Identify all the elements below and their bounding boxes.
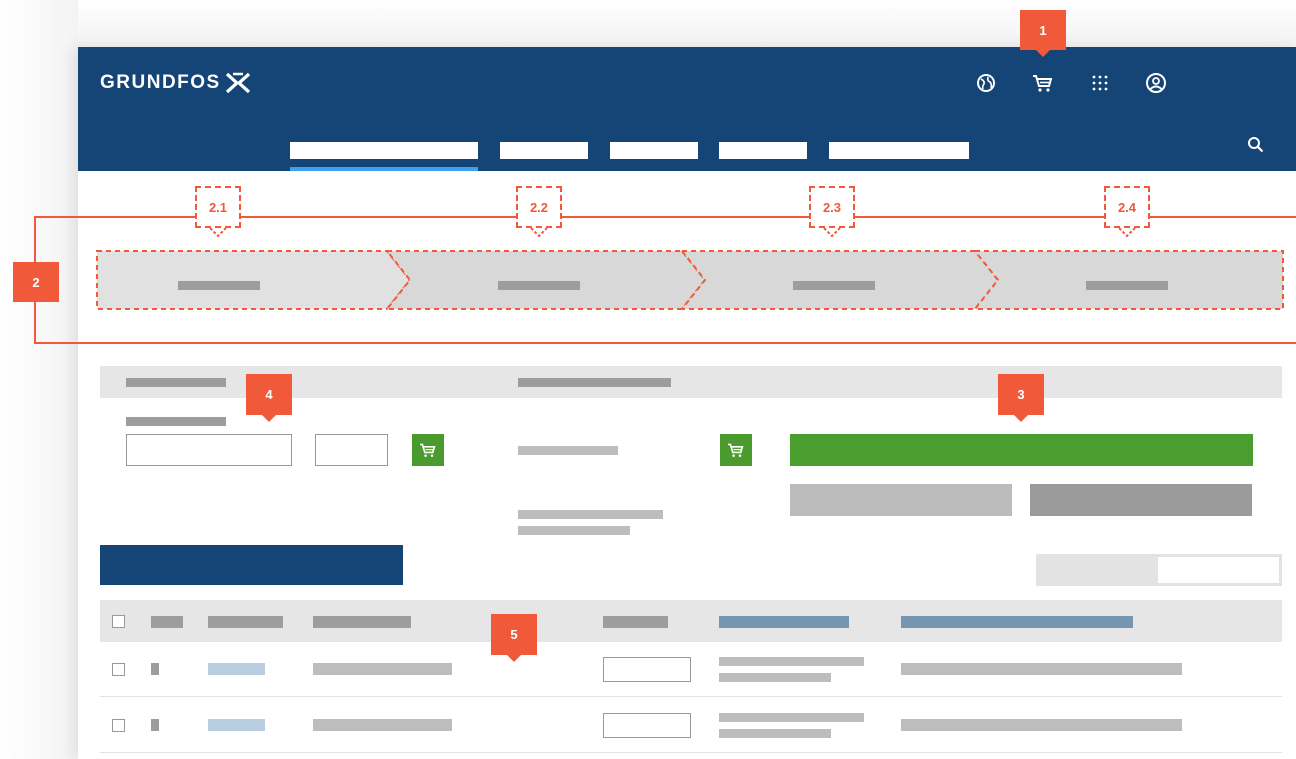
row-1-checkbox[interactable] [112,663,125,676]
nav-item-4[interactable] [719,142,807,159]
callout-2-1: 2.1 [195,186,241,228]
column-header-2 [208,616,283,628]
callout-2-3-label: 2.3 [822,199,842,215]
step-2-4[interactable] [972,250,1284,310]
callout-4: 4 [246,374,292,415]
nav-item-2[interactable] [500,142,588,159]
column-header-5-link[interactable] [719,616,849,628]
row-1-description [313,663,452,675]
add-to-cart-icon [728,443,744,457]
row-1-product-link[interactable] [208,663,265,675]
row-1-index [151,663,159,675]
cart-icon[interactable] [1031,71,1055,95]
row-2-product-link[interactable] [208,719,265,731]
column-header-1 [151,616,183,628]
page-backdrop-left [0,0,78,759]
view-toggle-active[interactable] [1158,557,1279,583]
column-header-6-link[interactable] [901,616,1133,628]
nav-item-1[interactable] [290,142,478,159]
row-1-info-line-2 [719,673,831,682]
step-2-2[interactable] [384,250,707,310]
upload-cart-button[interactable] [720,434,752,466]
helper-text-line-1 [518,510,663,519]
callout-2-label: 2 [32,274,40,290]
logo-x-mark-icon [225,72,250,94]
callout-5-label: 5 [510,627,518,642]
add-to-cart-icon [420,443,436,457]
callout-2-2-label: 2.2 [529,199,549,215]
row-2-checkbox[interactable] [112,719,125,732]
select-all-checkbox[interactable] [112,615,125,628]
blue-action-button[interactable] [100,545,403,585]
callout-5-tail [507,655,521,662]
row-divider [100,752,1282,753]
row-divider [100,696,1282,697]
user-icon[interactable] [1144,71,1168,95]
callout-3: 3 [998,374,1044,415]
callout-2-3: 2.3 [809,186,855,228]
callout-2-4: 2.4 [1104,186,1150,228]
quantity-input[interactable] [315,434,388,466]
nav-active-indicator [290,167,478,171]
callout-2-2: 2.2 [516,186,562,228]
view-toggle[interactable] [1036,554,1282,586]
callout-1: 1 [1020,10,1066,50]
row-1-info-line-1 [719,657,864,666]
globe-icon[interactable] [974,71,998,95]
helper-text-line-2 [518,526,630,535]
row-1-details [901,663,1182,675]
secondary-button-2[interactable] [1030,484,1252,516]
primary-checkout-button[interactable] [790,434,1253,466]
column-header-3 [313,616,411,628]
row-2-details [901,719,1182,731]
secondary-button-1[interactable] [790,484,1012,516]
callout-4-tail [262,415,276,422]
product-number-label [126,417,226,426]
row-2-index [151,719,159,731]
quick-add-cart-button[interactable] [412,434,444,466]
step-2-1-label [178,281,260,290]
grundfos-logo[interactable]: GRUNDFOS [100,72,251,94]
callout-5: 5 [491,614,537,655]
section-title-left [126,378,226,387]
row-1-quantity-input[interactable] [603,657,691,682]
nav-item-5[interactable] [829,142,969,159]
callout-1-tail [1036,50,1050,57]
step-2-3-label [793,281,875,290]
logo-text: GRUNDFOS [100,72,221,93]
callout-3-label: 3 [1017,387,1025,402]
product-number-input[interactable] [126,434,292,466]
column-header-4 [603,616,668,628]
page-backdrop-top [78,0,1296,47]
row-2-quantity-input[interactable] [603,713,691,738]
step-2-1[interactable] [96,250,412,310]
step-2-3[interactable] [679,250,1000,310]
callout-2-1-label: 2.1 [208,199,228,215]
callout-2-x-tails [209,227,1136,238]
section-title-right [518,378,671,387]
row-2-description [313,719,452,731]
step-2-4-label [1086,281,1168,290]
upload-text [518,446,618,455]
nav-item-3[interactable] [610,142,698,159]
row-2-info-line-2 [719,729,831,738]
callout-2: 2 [13,262,59,302]
search-icon[interactable] [1244,133,1268,157]
row-2-info-line-1 [719,713,864,722]
callout-3-tail [1014,415,1028,422]
apps-grid-icon[interactable] [1088,71,1112,95]
callout-2-4-label: 2.4 [1117,199,1137,215]
callout-1-label: 1 [1039,22,1047,38]
step-2-2-label [498,281,580,290]
callout-4-label: 4 [265,387,273,402]
